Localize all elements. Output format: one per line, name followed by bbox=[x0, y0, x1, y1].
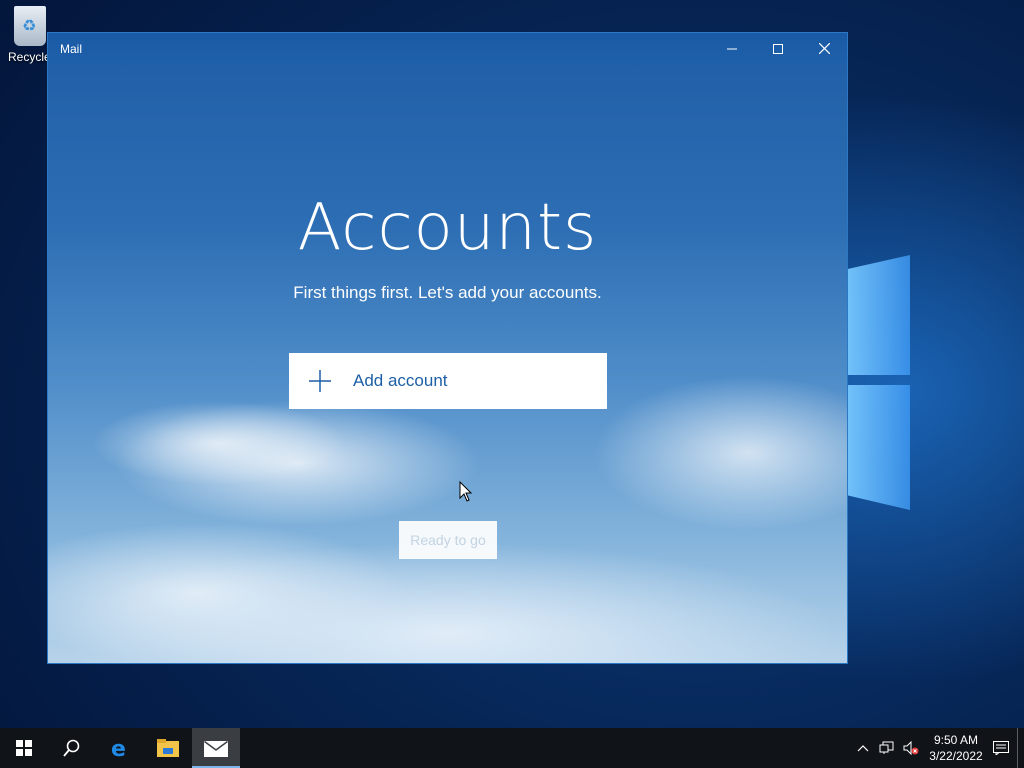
maximize-button[interactable] bbox=[755, 33, 801, 64]
show-desktop-button[interactable] bbox=[1017, 728, 1024, 768]
edge-taskbar-button[interactable]: e bbox=[96, 728, 144, 768]
ready-to-go-button[interactable]: Ready to go bbox=[399, 521, 497, 559]
mouse-cursor-icon bbox=[459, 481, 473, 502]
minimize-icon bbox=[727, 48, 737, 49]
volume-button[interactable] bbox=[899, 728, 923, 768]
search-button[interactable] bbox=[48, 728, 96, 768]
search-icon bbox=[63, 739, 80, 757]
close-icon bbox=[818, 43, 830, 54]
volume-muted-icon bbox=[903, 741, 919, 755]
notification-icon bbox=[993, 741, 1009, 755]
page-title: Accounts bbox=[297, 191, 598, 265]
edge-icon: e bbox=[111, 737, 126, 759]
file-explorer-icon bbox=[157, 739, 179, 757]
mail-taskbar-button[interactable] bbox=[192, 728, 240, 768]
window-titlebar[interactable]: Mail bbox=[48, 33, 847, 64]
chevron-up-icon bbox=[857, 745, 869, 752]
svg-text:e: e bbox=[111, 737, 126, 759]
add-account-button[interactable]: Add account bbox=[289, 353, 607, 409]
window-title: Mail bbox=[60, 41, 83, 56]
mail-icon bbox=[204, 740, 228, 757]
close-button[interactable] bbox=[801, 33, 847, 64]
system-tray: 9:50 AM 3/22/2022 bbox=[851, 728, 1024, 768]
start-icon bbox=[16, 740, 32, 756]
action-center-button[interactable] bbox=[989, 728, 1013, 768]
add-account-label: Add account bbox=[353, 371, 448, 390]
network-button[interactable] bbox=[875, 728, 899, 768]
mail-window: Mail Accounts First things first. Let's … bbox=[47, 32, 848, 664]
windows-desktop-logo bbox=[846, 235, 916, 525]
taskbar-clock[interactable]: 9:50 AM 3/22/2022 bbox=[923, 732, 989, 764]
clock-time: 9:50 AM bbox=[933, 733, 979, 747]
taskbar: e 9:50 AM 3/22/2022 bbox=[0, 728, 1024, 768]
recycle-bin-icon bbox=[14, 6, 46, 46]
minimize-button[interactable] bbox=[709, 33, 755, 64]
show-hidden-icons-button[interactable] bbox=[851, 728, 875, 768]
plus-icon bbox=[309, 370, 331, 392]
maximize-icon bbox=[773, 43, 783, 54]
clock-date: 3/22/2022 bbox=[929, 749, 983, 763]
page-subtitle: First things first. Let's add your accou… bbox=[293, 283, 602, 302]
network-icon bbox=[879, 741, 894, 754]
start-button[interactable] bbox=[0, 728, 48, 768]
file-explorer-taskbar-button[interactable] bbox=[144, 728, 192, 768]
